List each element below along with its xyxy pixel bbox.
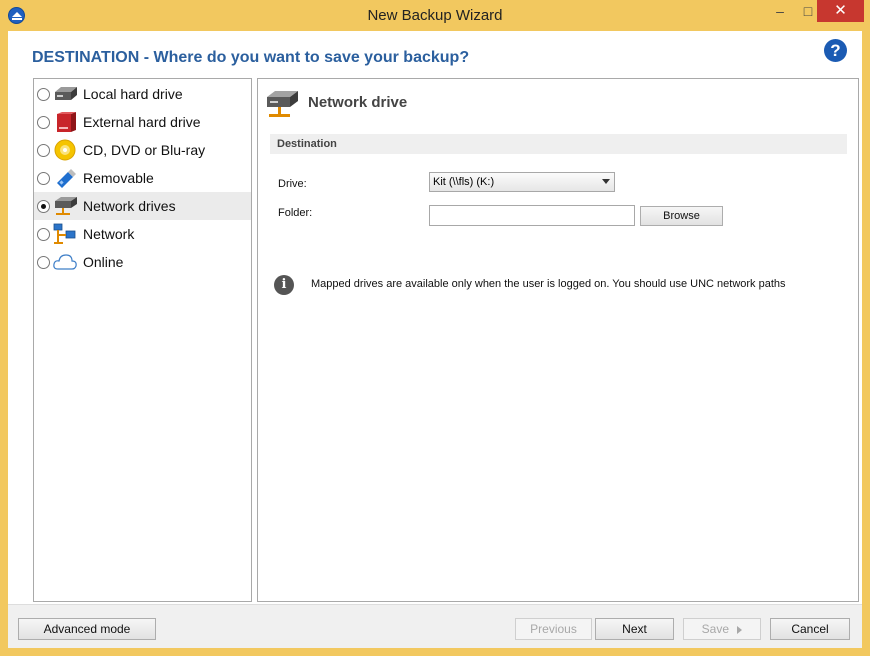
destination-label: Network: [83, 226, 135, 242]
panel-title: Network drive: [308, 94, 408, 111]
section-header: Destination: [270, 134, 847, 154]
title-bar[interactable]: New Backup Wizard – □ ✕: [0, 0, 870, 31]
destination-online[interactable]: Online: [34, 248, 251, 276]
window-title: New Backup Wizard: [367, 7, 503, 24]
destination-network[interactable]: Network: [34, 220, 251, 248]
folder-input[interactable]: [429, 205, 635, 226]
close-button[interactable]: ✕: [817, 0, 864, 22]
drive-select-value: Kit (\\fls) (K:): [433, 176, 495, 188]
destination-label: External hard drive: [83, 114, 201, 130]
save-button-label: Save: [701, 622, 729, 636]
destination-optical-disc[interactable]: CD, DVD or Blu-ray: [34, 136, 251, 164]
radio-local-hard-drive[interactable]: [37, 88, 50, 101]
radio-network-drives[interactable]: [37, 200, 50, 213]
wizard-window: New Backup Wizard – □ ✕ DESTINATION - Wh…: [0, 0, 870, 656]
save-button[interactable]: Save: [683, 618, 761, 640]
destination-label: Network drives: [83, 198, 176, 214]
section-label: Destination: [277, 138, 337, 150]
info-icon: i: [274, 275, 294, 295]
destination-label: CD, DVD or Blu-ray: [83, 142, 206, 158]
previous-button[interactable]: Previous: [515, 618, 592, 640]
cancel-button[interactable]: Cancel: [770, 618, 850, 640]
destination-removable[interactable]: Removable: [34, 164, 251, 192]
info-message: Mapped drives are available only when th…: [311, 278, 786, 290]
browse-button[interactable]: Browse: [640, 206, 723, 226]
network-icon: [53, 223, 76, 244]
drive-label: Drive:: [278, 178, 307, 190]
network-drive-icon: [55, 197, 77, 215]
destination-label: Local hard drive: [83, 86, 183, 102]
external-drive-icon: [57, 112, 76, 132]
radio-external-hard-drive[interactable]: [37, 116, 50, 129]
usb-drive-icon: [57, 169, 76, 188]
network-drive-icon: [267, 91, 298, 117]
minimize-button[interactable]: –: [765, 0, 795, 22]
destination-list: Local hard drive External hard drive CD,…: [33, 78, 252, 602]
radio-optical-disc[interactable]: [37, 144, 50, 157]
disc-icon: [54, 139, 76, 161]
destination-external-hard-drive[interactable]: External hard drive: [34, 108, 251, 136]
folder-label: Folder:: [278, 207, 313, 219]
caret-right-icon: [737, 625, 743, 634]
wizard-content: DESTINATION - Where do you want to save …: [8, 31, 862, 648]
destination-label: Online: [83, 254, 124, 270]
destination-local-hard-drive[interactable]: Local hard drive: [34, 80, 251, 108]
page-title: DESTINATION - Where do you want to save …: [32, 49, 470, 66]
chevron-down-icon[interactable]: [602, 179, 610, 184]
hard-drive-icon: [55, 87, 77, 100]
next-button[interactable]: Next: [595, 618, 674, 640]
radio-network[interactable]: [37, 228, 50, 241]
wizard-footer: Advanced mode Previous Next Save Cancel: [8, 604, 862, 648]
radio-online[interactable]: [37, 256, 50, 269]
advanced-mode-button[interactable]: Advanced mode: [18, 618, 156, 640]
destination-network-drives[interactable]: Network drives: [34, 192, 251, 220]
destination-settings-panel: Network drive Destination Drive: Kit (\\…: [257, 78, 859, 602]
destination-label: Removable: [83, 170, 154, 186]
drive-select[interactable]: Kit (\\fls) (K:): [429, 172, 615, 192]
cloud-icon: [53, 254, 77, 270]
radio-removable[interactable]: [37, 172, 50, 185]
help-icon[interactable]: ?: [824, 39, 847, 62]
